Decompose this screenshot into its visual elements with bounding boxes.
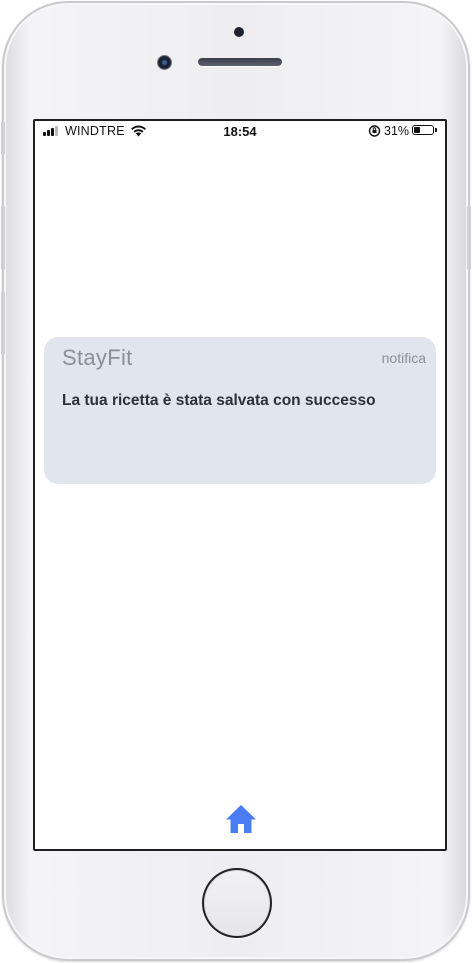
battery-cap xyxy=(435,128,437,132)
phone-frame: WINDTRE 18:54 31% StayFit notifica La tu… xyxy=(1,1,471,961)
volume-up-button xyxy=(1,206,5,270)
volume-down-button xyxy=(1,291,5,355)
earpiece-speaker xyxy=(198,58,282,66)
screen: WINDTRE 18:54 31% StayFit notifica La tu… xyxy=(33,119,447,851)
orientation-lock-icon xyxy=(368,125,381,137)
hardware-home-button[interactable] xyxy=(202,868,272,938)
battery-percentage: 31% xyxy=(384,124,410,138)
notification-tag: notifica xyxy=(381,350,426,366)
battery-icon xyxy=(412,125,434,135)
power-button xyxy=(467,206,471,270)
mute-switch xyxy=(1,121,5,155)
home-tab-button[interactable] xyxy=(224,802,258,836)
proximity-sensor xyxy=(234,27,244,37)
notification-card[interactable]: StayFit notifica La tua ricetta è stata … xyxy=(44,337,436,484)
battery-level-fill xyxy=(414,127,420,133)
notification-app-name: StayFit xyxy=(62,345,133,370)
status-bar: WINDTRE 18:54 31% xyxy=(35,121,445,143)
notification-message: La tua ricetta è stata salvata con succe… xyxy=(62,392,376,409)
home-icon xyxy=(226,805,256,833)
front-camera-icon xyxy=(157,55,172,70)
